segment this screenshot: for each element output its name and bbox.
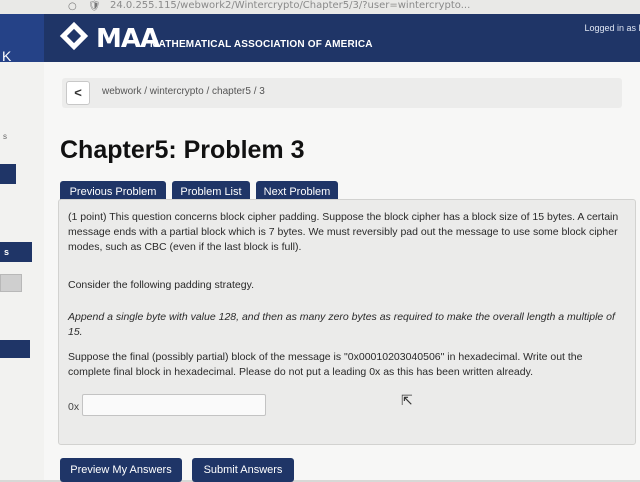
sidebar: s s [0, 62, 44, 480]
sidebar-item-active[interactable] [0, 164, 16, 184]
problem-intro: (1 point) This question concerns block c… [68, 211, 619, 253]
answer-prefix: 0x [68, 401, 80, 413]
main-content: < webwork / wintercrypto / chapter5 / 3 … [44, 62, 640, 482]
browser-address-bar[interactable]: ○ 🛡 24.0.255.115/webwork2/Wintercrypto/C… [0, 0, 640, 15]
maa-logo-icon [59, 21, 89, 51]
back-button[interactable]: < [66, 81, 90, 105]
left-tab[interactable]: K [0, 14, 44, 64]
site-header: K MAA MATHEMATICAL ASSOCIATION OF AMERIC… [0, 14, 640, 64]
answer-input[interactable] [82, 394, 266, 416]
mouse-cursor-icon: ⇱ [401, 392, 413, 408]
problem-question: Suppose the final (possibly partial) blo… [68, 351, 583, 378]
submit-answers-button[interactable]: Submit Answers [192, 458, 294, 482]
page-title: Chapter5: Problem 3 [60, 136, 305, 164]
sidebar-select[interactable] [0, 274, 22, 292]
url-text[interactable]: 24.0.255.115/webwork2/Wintercrypto/Chapt… [110, 0, 470, 11]
lock-icon: 🛡 [88, 1, 101, 12]
problem-box: (1 point) This question concerns block c… [58, 199, 636, 445]
preview-answers-button[interactable]: Preview My Answers [60, 458, 182, 482]
problem-strategy-text: Append a single byte with value 128, and… [68, 311, 615, 338]
problem-consider: Consider the following padding strategy. [68, 279, 255, 291]
org-name: MATHEMATICAL ASSOCIATION OF AMERICA [150, 39, 373, 50]
problem-strategy: Append a single byte with value 128, and… [68, 310, 623, 340]
breadcrumb: < webwork / wintercrypto / chapter5 / 3 [62, 78, 622, 108]
logged-in-text[interactable]: Logged in as F [584, 23, 640, 33]
reload-icon[interactable]: ○ [68, 1, 77, 12]
sidebar-button[interactable] [0, 340, 30, 358]
breadcrumb-path[interactable]: webwork / wintercrypto / chapter5 / 3 [102, 86, 265, 97]
sidebar-section-header[interactable]: s [0, 242, 32, 262]
sidebar-marker: s [3, 132, 7, 141]
